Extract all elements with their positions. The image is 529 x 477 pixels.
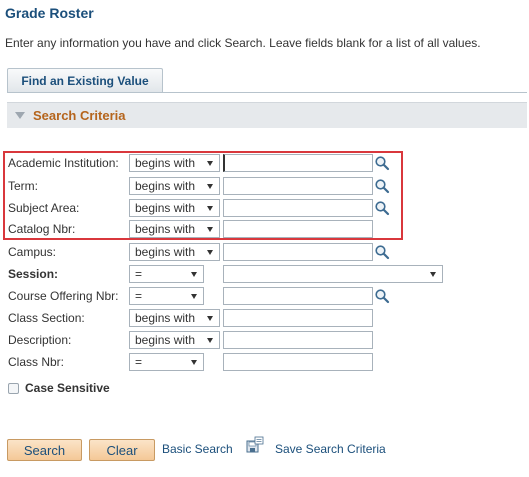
instructions-text: Enter any information you have and click… <box>5 36 481 50</box>
subject-area-label: Subject Area: <box>8 201 80 215</box>
clear-button[interactable]: Clear <box>89 439 155 461</box>
catalog-nbr-label: Catalog Nbr: <box>8 222 76 236</box>
session-label: Session: <box>8 267 59 281</box>
course-offering-nbr-label: Course Offering Nbr: <box>8 289 119 303</box>
term-input[interactable] <box>223 177 373 195</box>
academic-institution-input[interactable] <box>223 154 373 172</box>
magnifier-icon[interactable] <box>374 155 390 171</box>
magnifier-icon[interactable] <box>374 288 390 304</box>
class-nbr-operator[interactable]: = <box>129 353 204 371</box>
campus-label: Campus: <box>8 245 57 259</box>
case-sensitive-label: Case Sensitive <box>25 381 110 395</box>
page-title: Grade Roster <box>5 5 94 21</box>
basic-search-link[interactable]: Basic Search <box>162 442 233 456</box>
subject-area-input[interactable] <box>223 199 373 217</box>
tab-underline <box>7 92 527 93</box>
class-section-input[interactable] <box>223 309 373 327</box>
campus-input[interactable] <box>223 243 373 261</box>
course-offering-nbr-operator[interactable]: = <box>129 287 204 305</box>
save-search-criteria-link[interactable]: Save Search Criteria <box>275 442 386 456</box>
term-label: Term: <box>8 179 38 193</box>
session-select[interactable] <box>223 265 443 283</box>
subject-area-operator[interactable]: begins with <box>129 199 220 217</box>
catalog-nbr-input[interactable] <box>223 220 373 238</box>
class-section-label: Class Section: <box>8 311 85 325</box>
academic-institution-operator[interactable]: begins with <box>129 154 220 172</box>
class-section-operator[interactable]: begins with <box>129 309 220 327</box>
description-input[interactable] <box>223 331 373 349</box>
campus-operator[interactable]: begins with <box>129 243 220 261</box>
case-sensitive-row[interactable]: Case Sensitive <box>8 380 110 396</box>
search-criteria-title: Search Criteria <box>33 108 126 123</box>
description-operator[interactable]: begins with <box>129 331 220 349</box>
magnifier-icon[interactable] <box>374 178 390 194</box>
catalog-nbr-operator[interactable]: begins with <box>129 220 220 238</box>
session-operator[interactable]: = <box>129 265 204 283</box>
case-sensitive-checkbox[interactable] <box>8 382 19 394</box>
search-button[interactable]: Search <box>7 439 82 461</box>
tab-find-existing-value[interactable]: Find an Existing Value <box>7 68 163 92</box>
term-operator[interactable]: begins with <box>129 177 220 195</box>
magnifier-icon[interactable] <box>374 200 390 216</box>
class-nbr-label: Class Nbr: <box>8 355 65 369</box>
save-search-icon[interactable] <box>246 436 264 454</box>
magnifier-icon[interactable] <box>374 244 390 260</box>
class-nbr-input[interactable] <box>223 353 373 371</box>
search-criteria-header[interactable]: Search Criteria <box>7 102 527 128</box>
course-offering-nbr-input[interactable] <box>223 287 373 305</box>
triangle-down-icon <box>15 112 25 119</box>
description-label: Description: <box>8 333 72 347</box>
academic-institution-label: Academic Institution: <box>8 156 119 170</box>
